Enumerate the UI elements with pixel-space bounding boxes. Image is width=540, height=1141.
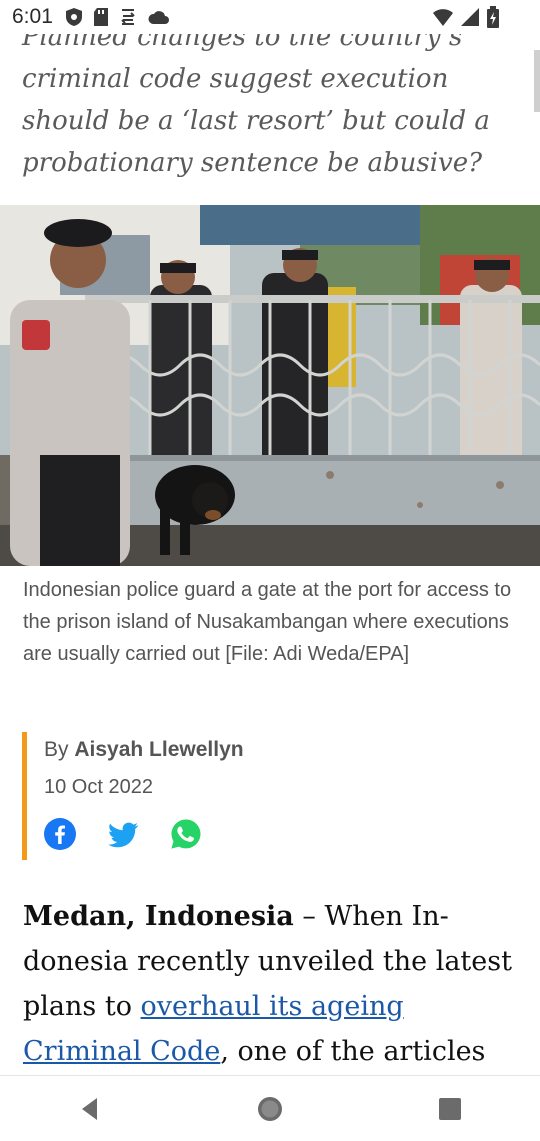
article-body: Medan, Indonesia – When In-donesia recen… [23, 894, 513, 1074]
status-bar: 6:01 [0, 0, 540, 34]
police-gate-photo [0, 205, 540, 566]
article-standfirst: Planned changes to the country’s crimina… [22, 16, 522, 184]
home-button[interactable] [246, 1085, 294, 1133]
share-row [44, 818, 202, 850]
byline-prefix: By [44, 738, 69, 761]
standfirst-line: should be a ‘last resort’ but could a [22, 106, 490, 136]
byline-block: By Aisyah Llewellyn 10 Oct 2022 [22, 732, 327, 860]
twitter-icon[interactable] [107, 818, 139, 850]
author-link[interactable]: Aisyah Llewellyn [74, 738, 243, 761]
article-content: Planned changes to the country’s crimina… [0, 0, 540, 1075]
shield-icon [65, 8, 82, 26]
status-time: 6:01 [12, 5, 53, 28]
battery-icon [487, 6, 499, 28]
back-button[interactable] [66, 1085, 114, 1133]
byline: By Aisyah Llewellyn [44, 738, 244, 762]
image-caption: Indonesian police guard a gate at the po… [23, 579, 512, 665]
facebook-icon[interactable] [44, 818, 76, 850]
standfirst-line: criminal code suggest execution [22, 64, 449, 94]
recents-button[interactable] [426, 1085, 474, 1133]
navigation-bar [0, 1075, 540, 1141]
back-icon [82, 1097, 97, 1120]
sd-card-icon [93, 8, 108, 26]
wifi-icon [433, 9, 453, 26]
publish-date: 10 Oct 2022 [44, 776, 153, 798]
scrollbar[interactable] [534, 50, 540, 112]
standfirst-line: probationary sentence be abusive? [22, 148, 483, 178]
notification-icons [65, 7, 169, 27]
whatsapp-icon[interactable] [170, 818, 202, 850]
signal-icon [461, 8, 479, 26]
recents-icon [439, 1097, 461, 1120]
body-text-2: , one of the articles [220, 1036, 486, 1067]
hero-image [0, 205, 540, 566]
home-icon [258, 1096, 282, 1121]
dateline: Medan, Indonesia [23, 901, 294, 932]
system-icons [432, 6, 500, 28]
sync-icon [121, 9, 135, 25]
cloud-icon [148, 11, 169, 24]
